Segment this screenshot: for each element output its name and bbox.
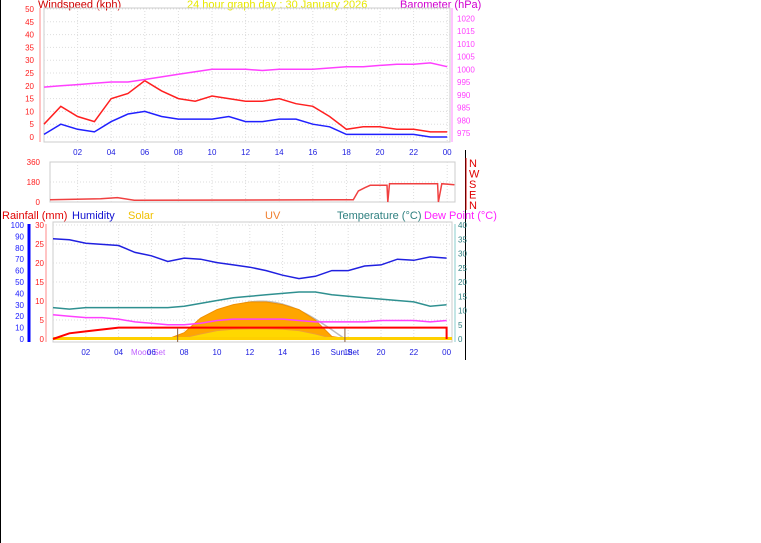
hour-tick-label: 18 [344, 348, 353, 357]
legend-humidity: Humidity [72, 210, 115, 222]
barometer-tick-label: 980 [457, 116, 471, 125]
wind-tick-label: 5 [30, 120, 35, 129]
humidity-tick-label: 30 [15, 301, 24, 310]
wind-tick-label: 45 [25, 18, 34, 27]
rain-tick-label: 15 [35, 278, 44, 287]
humidity-tick-label: 90 [15, 232, 24, 241]
humidity-tick-label: 0 [20, 335, 25, 344]
wind-tick-label: 20 [25, 82, 34, 91]
barometer-tick-label: 1015 [457, 27, 475, 36]
barometer-tick-label: 1005 [457, 53, 475, 62]
hour-tick-label: 20 [377, 348, 386, 357]
hour-tick-label: 22 [409, 348, 418, 357]
rain-tick-label: 30 [35, 221, 44, 230]
compass-label: N [469, 200, 477, 212]
barometer-tick-label: 975 [457, 129, 471, 138]
hour-tick-label: 08 [180, 348, 189, 357]
temperature-tick-label: 20 [458, 278, 467, 287]
humidity-tick-label: 20 [15, 312, 24, 321]
legend-solar: Solar [128, 210, 154, 222]
hour-tick-label: 12 [241, 148, 250, 157]
wind-tick-label: 0 [30, 133, 35, 142]
temperature-tick-label: 10 [458, 307, 467, 316]
wind-tick-label: 10 [25, 107, 34, 116]
direction-tick-label: 360 [27, 158, 41, 167]
hour-tick-label: 16 [311, 348, 320, 357]
temperature-tick-label: 15 [458, 292, 467, 301]
hour-tick-label: 00 [443, 148, 452, 157]
wind-tick-label: 30 [25, 56, 34, 65]
rain-tick-label: 5 [40, 316, 45, 325]
hour-tick-label: 18 [342, 148, 351, 157]
barometer-tick-label: 1000 [457, 65, 475, 74]
hour-tick-label: 22 [409, 148, 418, 157]
hour-tick-label: 00 [442, 348, 451, 357]
barometer-tick-label: 995 [457, 78, 471, 87]
wind-tick-label: 40 [25, 31, 34, 40]
rain-tick-label: 25 [35, 240, 44, 249]
direction-tick-label: 180 [27, 178, 41, 187]
temperature-tick-label: 0 [458, 335, 463, 344]
hour-tick-label: 14 [275, 148, 284, 157]
hour-tick-label: 10 [213, 348, 222, 357]
direction-tick-label: 0 [36, 198, 41, 207]
hour-tick-label: 04 [107, 148, 116, 157]
rain-tick-label: 20 [35, 259, 44, 268]
wind-tick-label: 25 [25, 69, 34, 78]
rain-tick-label: 0 [40, 335, 45, 344]
temperature-tick-label: 40 [458, 221, 467, 230]
humidity-tick-label: 60 [15, 267, 24, 276]
hour-tick-label: 10 [208, 148, 217, 157]
graph-title: 24 hour graph day : 30 January 2026 [187, 0, 367, 11]
hour-tick-label: 20 [376, 148, 385, 157]
wind-tick-label: 15 [25, 95, 34, 104]
hour-tick-label: 08 [174, 148, 183, 157]
humidity-tick-label: 40 [15, 289, 24, 298]
hour-tick-label: 04 [114, 348, 123, 357]
humidity-tick-label: 70 [15, 255, 24, 264]
legend-temperature: Temperature (°C) [337, 210, 421, 222]
barometer-tick-label: 1010 [457, 40, 475, 49]
legend-uv: UV [265, 210, 281, 222]
hour-tick-label: 16 [308, 148, 317, 157]
wind-tick-label: 50 [25, 5, 34, 14]
weather-graph: Windspeed (kph) 24 hour graph day : 30 J… [0, 0, 761, 543]
temperature-tick-label: 25 [458, 264, 467, 273]
temperature-tick-label: 35 [458, 235, 467, 244]
barometer-tick-label: 985 [457, 104, 471, 113]
hour-tick-label: 02 [73, 148, 82, 157]
humidity-tick-label: 80 [15, 244, 24, 253]
humidity-tick-label: 100 [11, 221, 25, 230]
rain-tick-label: 10 [35, 297, 44, 306]
wind-direction-line [49, 182, 455, 203]
graph-canvas: Windspeed (kph) 24 hour graph day : 30 J… [0, 0, 497, 543]
hour-tick-label: 12 [245, 348, 254, 357]
temperature-tick-label: 5 [458, 321, 463, 330]
temperature-tick-label: 30 [458, 250, 467, 259]
wind-tick-label: 35 [25, 43, 34, 52]
solar-baseline [53, 337, 452, 340]
hour-tick-label: 14 [278, 348, 287, 357]
humidity-tick-label: 10 [15, 324, 24, 333]
barometer-tick-label: 990 [457, 91, 471, 100]
hour-tick-label: 06 [147, 348, 156, 357]
humidity-tick-label: 50 [15, 278, 24, 287]
hour-tick-label: 06 [140, 148, 149, 157]
barometer-tick-label: 1020 [457, 14, 475, 23]
hour-tick-label: 02 [81, 348, 90, 357]
